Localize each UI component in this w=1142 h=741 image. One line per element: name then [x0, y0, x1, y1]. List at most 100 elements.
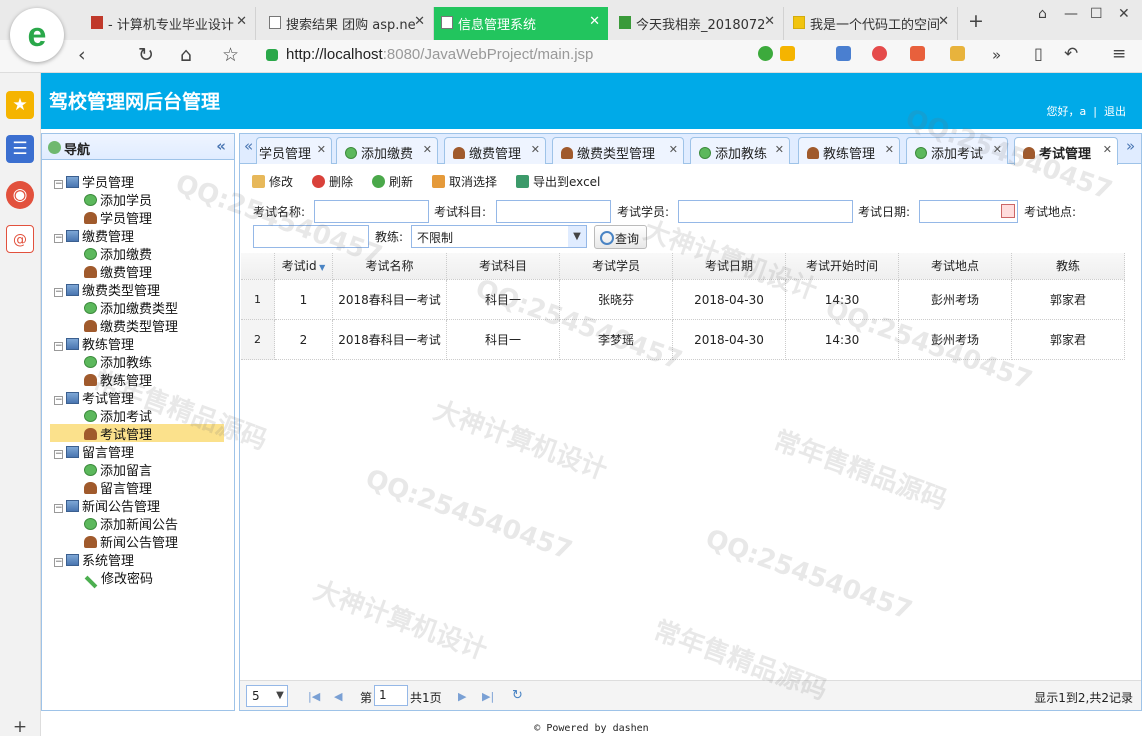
nav-group[interactable]: − 新闻公告管理 [54, 496, 160, 515]
tabs-scroll-right-icon[interactable]: » [1126, 137, 1135, 155]
browser-tab[interactable]: - 计算机专业毕业设计 ✕ [84, 7, 256, 40]
screenshot-icon[interactable] [950, 46, 965, 61]
add-sidebar-icon[interactable]: + [6, 713, 34, 741]
column-header[interactable]: 考试名称 [333, 253, 447, 280]
cancel-select-button[interactable]: 取消选择 [432, 173, 497, 190]
close-tab-icon[interactable]: ✕ [423, 143, 432, 156]
exam-student-input[interactable] [678, 200, 853, 223]
nav-group[interactable]: − 系统管理 [54, 550, 134, 569]
nav-group[interactable]: − 留言管理 [54, 442, 134, 461]
collapse-toggle-icon[interactable]: − [54, 396, 63, 405]
calendar-icon[interactable] [1001, 204, 1015, 218]
browser-logo-icon[interactable]: e [10, 8, 64, 62]
lightning-icon[interactable] [780, 46, 795, 61]
collapse-toggle-icon[interactable]: − [54, 288, 63, 297]
skin-icon[interactable]: ⌂ [1038, 6, 1047, 22]
extension-icon[interactable] [836, 46, 851, 61]
close-window-icon[interactable]: ✕ [1118, 6, 1130, 22]
prev-page-icon[interactable]: ◀ [334, 690, 342, 703]
query-button[interactable]: 查询 [594, 225, 647, 249]
edit-button[interactable]: 修改 [252, 173, 293, 190]
exam-place-input[interactable] [253, 225, 369, 248]
column-header[interactable]: 考试id ▼ [275, 253, 333, 280]
collapse-toggle-icon[interactable]: − [54, 342, 63, 351]
close-tab-icon[interactable]: ✕ [669, 143, 678, 156]
new-tab-icon[interactable]: + [968, 10, 984, 32]
home-icon[interactable]: ⌂ [180, 44, 192, 66]
nav-group[interactable]: − 考试管理 [54, 388, 134, 407]
close-tab-icon[interactable]: ✕ [764, 14, 775, 29]
refresh-button[interactable]: 刷新 [372, 173, 413, 190]
favorite-star-icon[interactable]: ☆ [222, 44, 239, 66]
security-shield-icon[interactable] [872, 46, 887, 61]
menu-icon[interactable]: ≡ [1112, 44, 1126, 64]
logout-link[interactable]: 退出 [1104, 105, 1126, 118]
chevron-down-icon[interactable]: ▼ [568, 226, 586, 247]
close-tab-icon[interactable]: ✕ [589, 14, 600, 29]
browser-tab-active[interactable]: 信息管理系统 ✕ [434, 7, 608, 40]
close-tab-icon[interactable]: ✕ [775, 143, 784, 156]
browser-tab[interactable]: 今天我相亲_2018072 ✕ [612, 7, 784, 40]
close-tab-icon[interactable]: ✕ [1103, 143, 1112, 156]
mobile-icon[interactable]: ▯ [1034, 44, 1043, 63]
tab-exam-manage[interactable]: 考试管理 ✕ [1014, 137, 1118, 165]
tab-add-exam[interactable]: 添加考试 ✕ [906, 137, 1008, 164]
browser-tab[interactable]: 搜索结果 团购 asp.ne ✕ [262, 7, 434, 40]
chevron-down-icon[interactable]: ▼ [273, 686, 287, 706]
weibo-icon[interactable]: ◉ [6, 181, 34, 209]
column-header[interactable]: 考试地点 [899, 253, 1012, 280]
table-row[interactable]: 2 2 2018春科目一考试 科目一 李梦瑶 2018-04-30 14:30 … [241, 320, 1125, 360]
table-row[interactable]: 1 1 2018春科目一考试 科目一 张晓芬 2018-04-30 14:30 … [241, 280, 1125, 320]
collapse-icon[interactable]: « [216, 137, 226, 155]
more-extensions-icon[interactable]: » [992, 46, 1001, 64]
tab-add-payment[interactable]: 添加缴费 ✕ [336, 137, 438, 164]
nav-item[interactable]: 缴费类型管理 [84, 316, 178, 335]
nav-group[interactable]: − 缴费管理 [54, 226, 134, 245]
close-tab-icon[interactable]: ✕ [414, 14, 425, 29]
next-page-icon[interactable]: ▶ [458, 690, 466, 703]
back-icon[interactable]: ‹ [78, 44, 86, 66]
exam-subject-input[interactable] [496, 200, 611, 223]
pdf-icon[interactable] [910, 46, 925, 61]
collapse-toggle-icon[interactable]: − [54, 180, 63, 189]
exam-date-input[interactable] [919, 200, 1018, 223]
nav-item[interactable]: 添加留言 [84, 460, 152, 479]
close-tab-icon[interactable]: ✕ [938, 14, 949, 29]
favorites-icon[interactable]: ★ [6, 91, 34, 119]
page-size-select[interactable]: 5 ▼ [246, 685, 288, 707]
nav-item[interactable]: 添加考试 [84, 406, 152, 425]
nav-group[interactable]: − 缴费类型管理 [54, 280, 160, 299]
close-tab-icon[interactable]: ✕ [317, 143, 326, 156]
refresh-icon[interactable]: ↻ [512, 688, 523, 703]
nav-item[interactable]: 修改密码 [84, 568, 153, 589]
collapse-toggle-icon[interactable]: − [54, 450, 63, 459]
column-header[interactable]: 考试科目 [447, 253, 560, 280]
minimize-icon[interactable]: — [1064, 6, 1078, 22]
nav-item[interactable]: 添加缴费类型 [84, 298, 178, 317]
maximize-icon[interactable]: ☐ [1090, 6, 1103, 22]
close-tab-icon[interactable]: ✕ [885, 143, 894, 156]
nav-item[interactable]: 添加学员 [84, 190, 152, 209]
collapse-toggle-icon[interactable]: − [54, 234, 63, 243]
column-header[interactable]: 教练 [1012, 253, 1125, 280]
first-page-icon[interactable]: |◀ [308, 690, 320, 703]
delete-button[interactable]: 删除 [312, 173, 353, 190]
nav-group[interactable]: − 学员管理 [54, 172, 134, 191]
column-header[interactable]: 考试学员 [560, 253, 673, 280]
collapse-toggle-icon[interactable]: − [54, 558, 63, 567]
nav-group[interactable]: − 教练管理 [54, 334, 134, 353]
nav-item[interactable]: 留言管理 [84, 478, 152, 497]
mail-icon[interactable]: @ [6, 225, 34, 253]
undo-icon[interactable]: ↶ [1064, 44, 1078, 64]
close-tab-icon[interactable]: ✕ [993, 143, 1002, 156]
tab-coach-manage[interactable]: 教练管理 ✕ [798, 137, 900, 164]
nav-item[interactable]: 添加新闻公告 [84, 514, 178, 533]
export-excel-button[interactable]: 导出到excel [516, 173, 600, 190]
nav-item[interactable]: 考试管理 [50, 424, 224, 443]
close-tab-icon[interactable]: ✕ [531, 143, 540, 156]
nav-item[interactable]: 新闻公告管理 [84, 532, 178, 551]
reload-icon[interactable]: ↻ [138, 44, 154, 66]
reading-list-icon[interactable]: ☰ [6, 135, 34, 163]
coach-select[interactable]: 不限制 ▼ [411, 225, 587, 248]
nav-item[interactable]: 添加教练 [84, 352, 152, 371]
